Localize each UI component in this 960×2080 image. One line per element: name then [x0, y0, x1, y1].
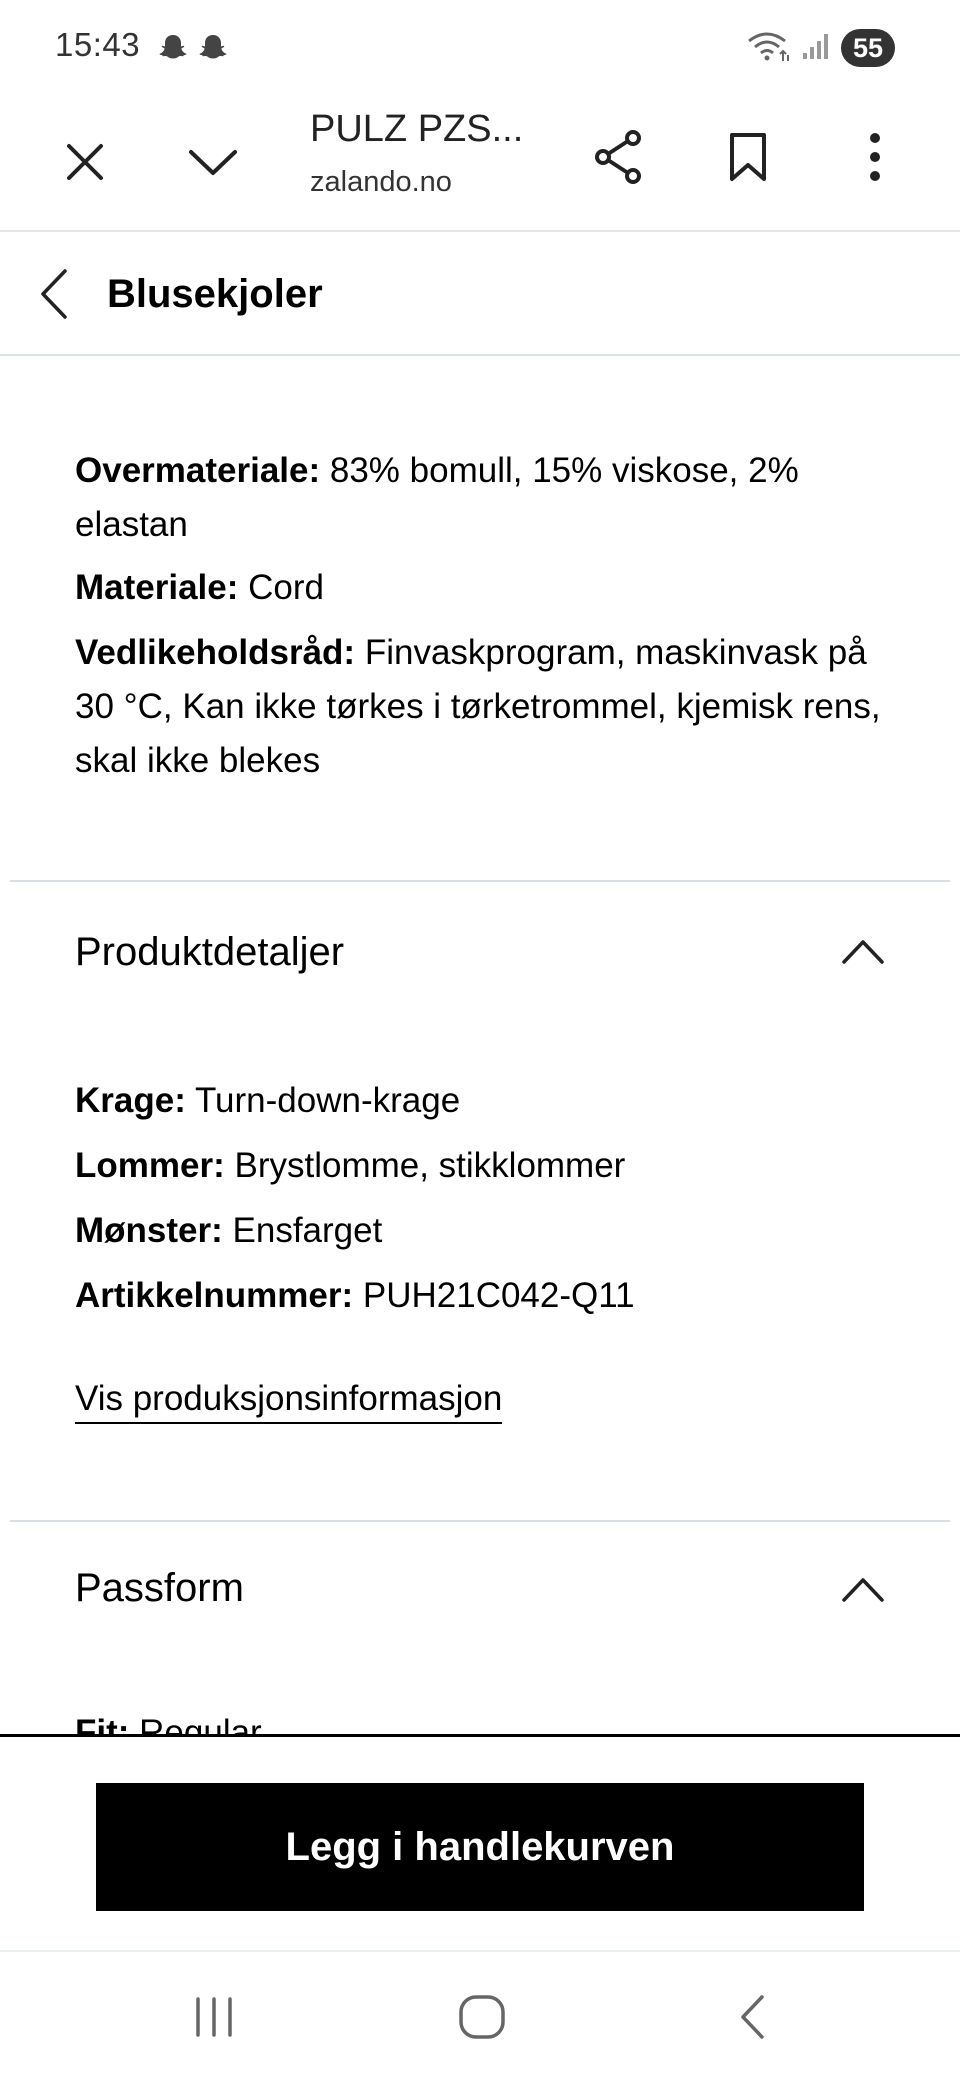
- spec-value: Ensfarget: [222, 1211, 383, 1250]
- close-icon[interactable]: [55, 132, 115, 192]
- bookmark-icon[interactable]: [718, 126, 778, 188]
- spec-label: Lommer:: [75, 1146, 225, 1185]
- spec-materiale: Materiale: Cord: [75, 561, 895, 615]
- spec-label: Mønster:: [75, 1211, 223, 1250]
- spec-label: Materiale:: [75, 568, 239, 607]
- page-title[interactable]: PULZ PZS...: [310, 108, 523, 151]
- spec-monster: Mønster: Ensfarget: [75, 1204, 895, 1258]
- chevron-up-icon[interactable]: [841, 1574, 885, 1604]
- spec-overmateriale: Overmateriale: 83% bomull, 15% viskose, …: [75, 444, 895, 552]
- chevron-down-icon[interactable]: [183, 132, 243, 192]
- section-divider: [10, 1520, 950, 1522]
- production-info-link[interactable]: Vis produksjonsinformasjon: [75, 1376, 503, 1424]
- chevron-up-icon[interactable]: [841, 936, 885, 966]
- spec-fit: Fit: Regular: [75, 1706, 895, 1734]
- product-info-content[interactable]: Overmateriale: 83% bomull, 15% viskose, …: [0, 356, 960, 1734]
- battery-indicator: 55: [840, 29, 895, 67]
- section-title-produktdetaljer: Produktdetaljer: [75, 930, 345, 974]
- spec-krage: Krage: Turn-down-krage: [75, 1074, 895, 1128]
- category-header: Blusekjoler: [0, 232, 960, 356]
- back-chevron-icon[interactable]: [34, 264, 74, 324]
- status-icons: 55: [747, 28, 895, 68]
- more-vert-icon[interactable]: [845, 126, 905, 188]
- share-icon[interactable]: [588, 126, 650, 188]
- cta-bar: Legg i handlekurven: [0, 1734, 960, 1950]
- spec-value: Brystlomme, stikklommer: [224, 1146, 626, 1185]
- page-domain[interactable]: zalando.no: [310, 166, 452, 199]
- add-to-cart-button[interactable]: Legg i handlekurven: [96, 1783, 864, 1911]
- spec-label: Fit:: [75, 1713, 130, 1734]
- spec-vedlikeholdsrad: Vedlikeholdsråd: Finvaskprogram, maskinv…: [75, 626, 895, 788]
- spec-label: Artikkelnummer:: [75, 1276, 354, 1315]
- status-bar: 15:43 55: [0, 0, 960, 96]
- spec-value: Cord: [238, 568, 324, 607]
- spec-label: Krage:: [75, 1081, 186, 1120]
- snapchat-icon: [198, 33, 228, 63]
- recent-apps-icon[interactable]: [174, 1982, 254, 2052]
- signal-icon: [801, 31, 831, 66]
- back-icon[interactable]: [712, 1982, 792, 2052]
- category-title[interactable]: Blusekjoler: [107, 272, 323, 317]
- section-title-passform: Passform: [75, 1566, 244, 1610]
- spec-label: Vedlikeholdsråd:: [75, 633, 356, 672]
- spec-label: Overmateriale:: [75, 451, 321, 490]
- wifi-icon: [747, 29, 791, 68]
- spec-value: Turn-down-krage: [185, 1081, 461, 1120]
- browser-toolbar: PULZ PZS... zalando.no: [0, 96, 960, 232]
- spec-lommer: Lommer: Brystlomme, stikklommer: [75, 1139, 895, 1193]
- spec-value: PUH21C042-Q11: [353, 1276, 635, 1315]
- spec-value: Regular: [129, 1713, 262, 1734]
- status-time: 15:43: [55, 26, 141, 63]
- section-divider: [10, 880, 950, 882]
- home-icon[interactable]: [442, 1982, 522, 2052]
- system-nav-bar: [0, 1950, 960, 2080]
- spec-artikkelnummer: Artikkelnummer: PUH21C042-Q11: [75, 1269, 895, 1323]
- snapchat-icon: [158, 33, 188, 63]
